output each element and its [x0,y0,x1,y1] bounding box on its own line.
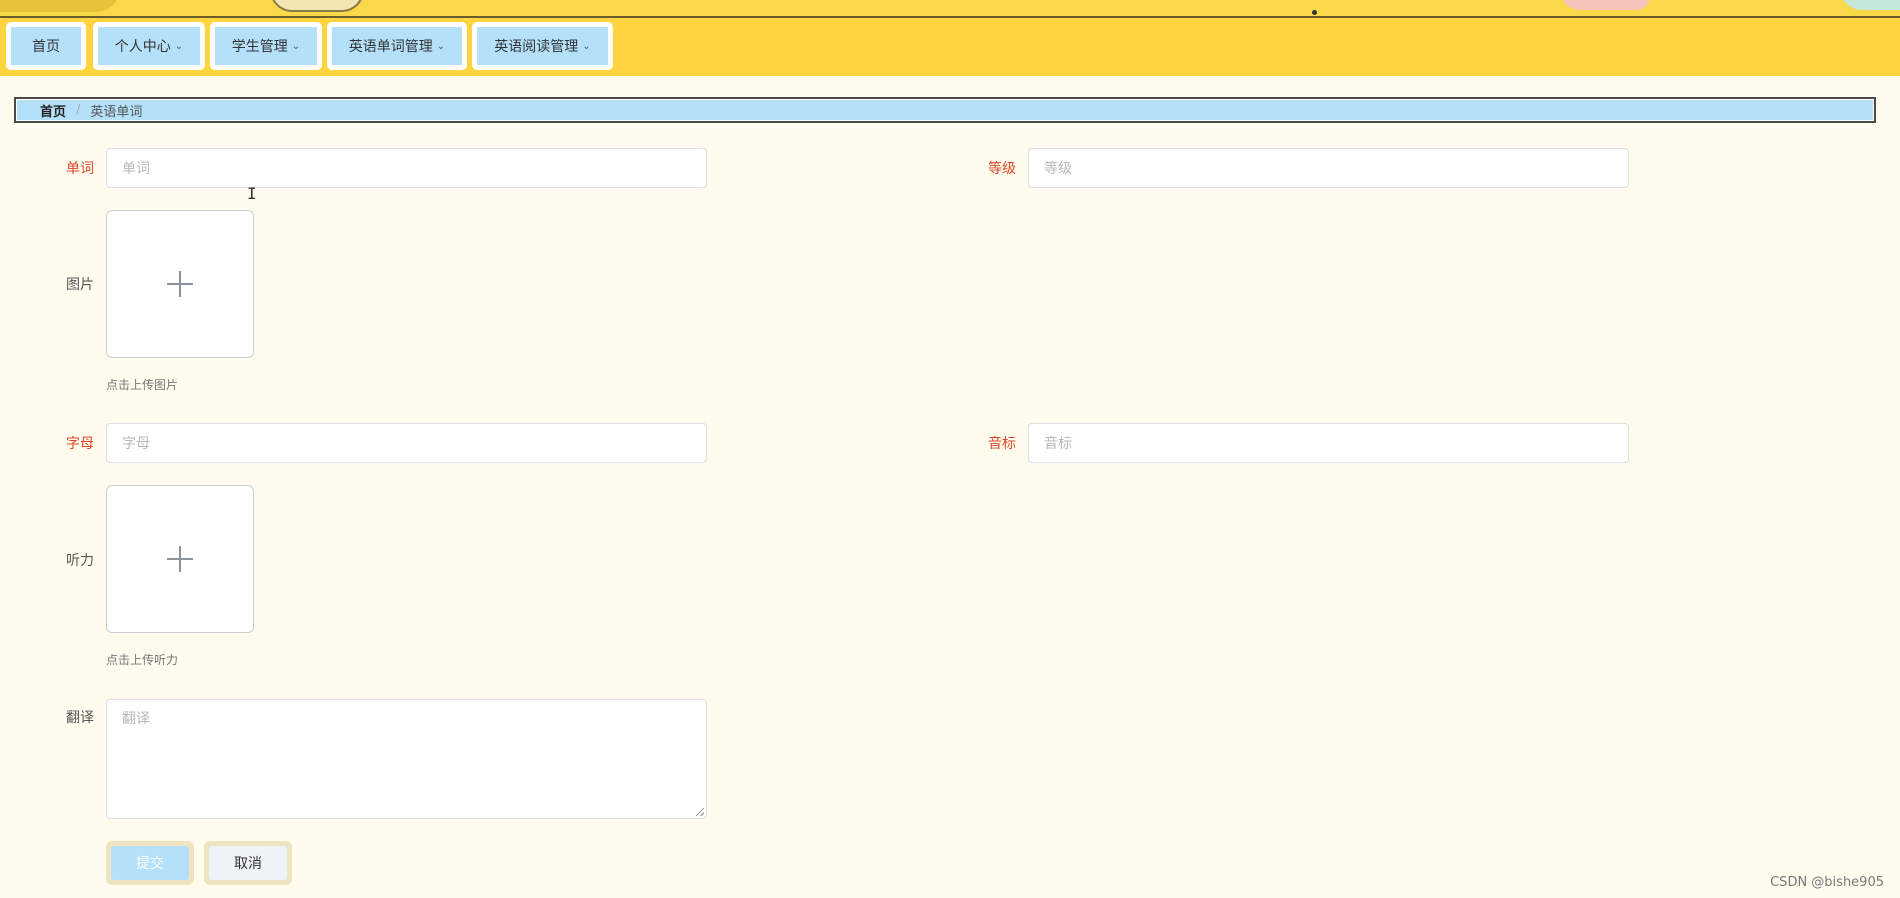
nav-item-home[interactable]: 首页 [6,22,86,70]
nav-item-reading-management[interactable]: 英语阅读管理 ⌄ [472,22,613,70]
audio-upload-tip: 点击上传听力 [106,653,179,667]
text-cursor-icon: I [247,184,257,203]
chevron-down-icon: ⌄ [436,40,446,52]
level-placeholder: 等级 [1044,161,1072,177]
nav-item-label: 英语单词管理 [348,39,433,55]
image-upload-tip: 点击上传图片 [106,378,179,392]
submit-button[interactable]: 提交 [106,841,194,885]
submit-button-label: 提交 [136,856,164,872]
nav-item-label: 英语阅读管理 [494,39,579,55]
header-banner [0,0,1900,18]
plus-icon [167,271,193,297]
phonetic-placeholder: 音标 [1044,436,1072,452]
translation-label: 翻译 [66,710,94,726]
image-upload-button[interactable] [106,210,254,358]
letter-placeholder: 字母 [122,436,150,452]
cancel-button[interactable]: 取消 [204,841,292,885]
breadcrumb-current: 英语单词 [90,104,143,120]
banner-decoration [270,0,364,12]
chevron-down-icon: ⌄ [291,40,301,52]
banner-decoration [0,0,120,12]
image-label: 图片 [66,277,94,293]
translation-textarea[interactable]: 翻译 [106,699,707,819]
breadcrumb: 首页 / 英语单词 [14,97,1876,123]
level-input[interactable]: 等级 [1028,148,1629,188]
audio-upload-button[interactable] [106,485,254,633]
letter-input[interactable]: 字母 [106,423,707,463]
word-label: 单词 [66,161,94,177]
banner-decoration [1312,10,1317,15]
translation-placeholder: 翻译 [122,711,150,727]
nav-item-personal-center[interactable]: 个人中心 ⌄ [93,22,205,70]
banner-decoration [1560,0,1650,10]
letter-label: 字母 [66,436,94,452]
plus-icon [167,546,193,572]
banner-decoration [1840,0,1900,10]
resize-handle-icon[interactable] [696,808,704,816]
watermark: CSDN @bishe905 [1770,875,1884,890]
nav-item-label: 学生管理 [231,39,288,55]
cancel-button-label: 取消 [234,856,262,872]
breadcrumb-separator: / [76,102,81,118]
word-input[interactable]: 单词 [106,148,707,188]
chevron-down-icon: ⌄ [174,40,184,52]
nav-item-label: 首页 [32,39,60,55]
nav-item-word-management[interactable]: 英语单词管理 ⌄ [327,22,467,70]
nav-item-label: 个人中心 [114,39,171,55]
audio-label: 听力 [66,553,94,569]
phonetic-label: 音标 [988,436,1016,452]
breadcrumb-home-link[interactable]: 首页 [40,101,66,120]
phonetic-input[interactable]: 音标 [1028,423,1629,463]
chevron-down-icon: ⌄ [582,40,591,52]
word-placeholder: 单词 [122,161,150,177]
nav-item-student-management[interactable]: 学生管理 ⌄ [210,22,322,70]
level-label: 等级 [988,161,1016,177]
top-navbar: 首页 个人中心 ⌄ 学生管理 ⌄ 英语单词管理 ⌄ 英语阅读管理 ⌄ [0,18,1900,76]
